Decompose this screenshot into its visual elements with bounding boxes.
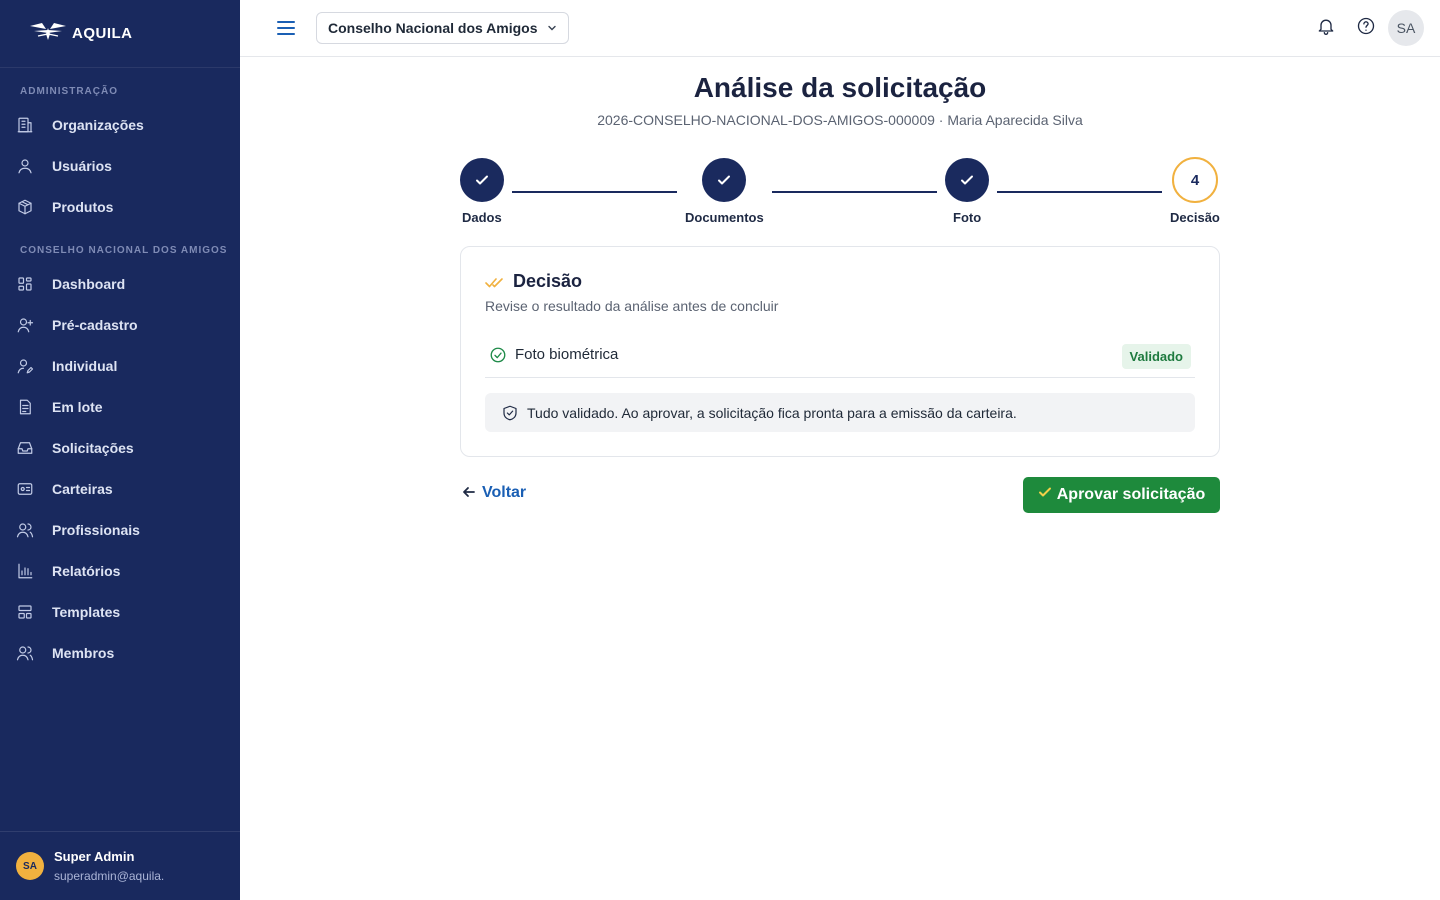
user-email: superadmin@aquila. [54,869,165,883]
organization-select-value: Conselho Nacional dos Amigos [328,20,538,36]
status-badge: Validado [1121,344,1191,369]
users-icon [16,521,34,539]
arrow-left-icon [463,486,475,497]
organization-select[interactable]: Conselho Nacional dos Amigos [316,12,569,44]
sidebar-item-membros[interactable]: Membros [0,632,240,673]
help-button[interactable] [1356,16,1376,36]
step-label-documentos: Documentos [685,210,764,225]
admin-nav: Organizações Usuários Produtos [0,104,240,227]
sidebar-item-produtos[interactable]: Produtos [0,186,240,227]
chevron-down-icon [547,25,556,31]
section-label-admin: ADMINISTRAÇÃO [20,86,118,97]
card-subtitle: Revise o resultado da análise antes de c… [485,298,779,314]
sidebar-item-label: Usuários [52,157,112,174]
brand-name: AQUILA [72,25,133,42]
template-icon [16,603,34,621]
user-edit-icon [16,357,34,375]
building-icon [16,116,34,134]
page-title: Análise da solicitação [693,72,987,103]
menu-toggle-button[interactable] [276,18,296,38]
file-list-icon [16,398,34,416]
step-foto-indicator[interactable] [945,158,989,202]
sidebar-item-profissionais[interactable]: Profissionais [0,509,240,550]
validation-row-foto: Foto biométrica Validado [485,341,1195,378]
shield-check-icon [503,405,517,420]
sidebar-item-label: Pré-cadastro [52,316,138,333]
sidebar-item-individual[interactable]: Individual [0,345,240,386]
sidebar-item-label: Organizações [52,116,144,133]
members-icon [16,644,34,662]
step-connector [512,191,677,193]
sidebar-item-carteiras[interactable]: Carteiras [0,468,240,509]
hamburger-icon [277,21,295,35]
check-icon [961,175,973,185]
sidebar: AQUILA ADMINISTRAÇÃO Organizações Usuári… [0,0,240,900]
sidebar-item-label: Produtos [52,198,114,215]
sidebar-item-templates[interactable]: Templates [0,591,240,632]
section-label-org: CONSELHO NACIONAL DOS AMIGOS [20,245,228,256]
step-label-decisao: Decisão [1170,210,1220,225]
brand[interactable]: AQUILA [0,0,240,68]
sidebar-item-usuarios[interactable]: Usuários [0,145,240,186]
sidebar-item-solicitacoes[interactable]: Solicitações [0,427,240,468]
card-title: Decisão [513,271,583,291]
decision-card: Decisão Revise o resultado da análise an… [460,246,1220,457]
sidebar-item-label: Em lote [52,398,103,415]
double-check-icon [485,277,503,287]
check-icon [718,175,730,185]
sidebar-item-label: Profissionais [52,521,140,538]
notifications-button[interactable] [1316,16,1336,36]
user-plus-icon [16,316,34,334]
user-avatar: SA [16,852,44,880]
validation-label: Foto biométrica [515,346,619,363]
org-nav: Dashboard Pré-cadastro Individual Em lot… [0,263,240,673]
id-card-icon [16,480,34,498]
approve-label: Aprovar solicitação [1056,486,1206,503]
user-icon [16,157,34,175]
back-button[interactable]: Voltar [462,484,526,502]
notice-text: Tudo validado. Ao aprovar, a solicitação… [527,404,1017,421]
help-circle-icon [1357,17,1375,35]
sidebar-item-pre-cadastro[interactable]: Pré-cadastro [0,304,240,345]
sidebar-item-label: Relatórios [52,562,121,579]
step-connector [772,191,937,193]
step-label-foto: Foto [953,210,982,225]
validation-notice: Tudo validado. Ao aprovar, a solicitação… [485,393,1195,432]
check-icon [476,175,488,185]
bar-chart-icon [16,562,34,580]
sidebar-item-dashboard[interactable]: Dashboard [0,263,240,304]
sidebar-item-label: Dashboard [52,275,126,292]
sidebar-item-label: Membros [52,644,115,661]
current-user[interactable]: SA Super Admin superadmin@aquila. [0,831,240,900]
back-label: Voltar [482,484,527,501]
step-label-dados: Dados [462,210,502,225]
bell-icon [1318,19,1334,35]
check-circle-icon [489,346,507,364]
user-name: Super Admin [54,849,135,864]
topbar: Conselho Nacional dos Amigos SA [240,0,1440,57]
step-documentos-indicator[interactable] [702,158,746,202]
dashboard-icon [16,275,34,293]
sidebar-item-label: Solicitações [52,439,134,456]
sidebar-item-em-lote[interactable]: Em lote [0,386,240,427]
box-icon [16,198,34,216]
card-header: Decisão [485,271,582,292]
approve-request-button[interactable]: Aprovar solicitação [1023,477,1220,513]
account-avatar[interactable]: SA [1388,10,1424,46]
sidebar-item-relatorios[interactable]: Relatórios [0,550,240,591]
step-connector [997,191,1162,193]
inbox-icon [16,439,34,457]
sidebar-item-label: Templates [52,603,121,620]
step-dados-indicator[interactable] [460,158,504,202]
sidebar-item-label: Carteiras [52,480,113,497]
step-decisao-indicator[interactable]: 4 [1172,157,1218,203]
sidebar-item-organizacoes[interactable]: Organizações [0,104,240,145]
aquila-logo-icon [28,20,68,47]
request-identifier: 2026-CONSELHO-NACIONAL-DOS-AMIGOS-000009… [597,112,1083,128]
sidebar-item-label: Individual [52,357,118,374]
check-icon [1038,487,1051,497]
